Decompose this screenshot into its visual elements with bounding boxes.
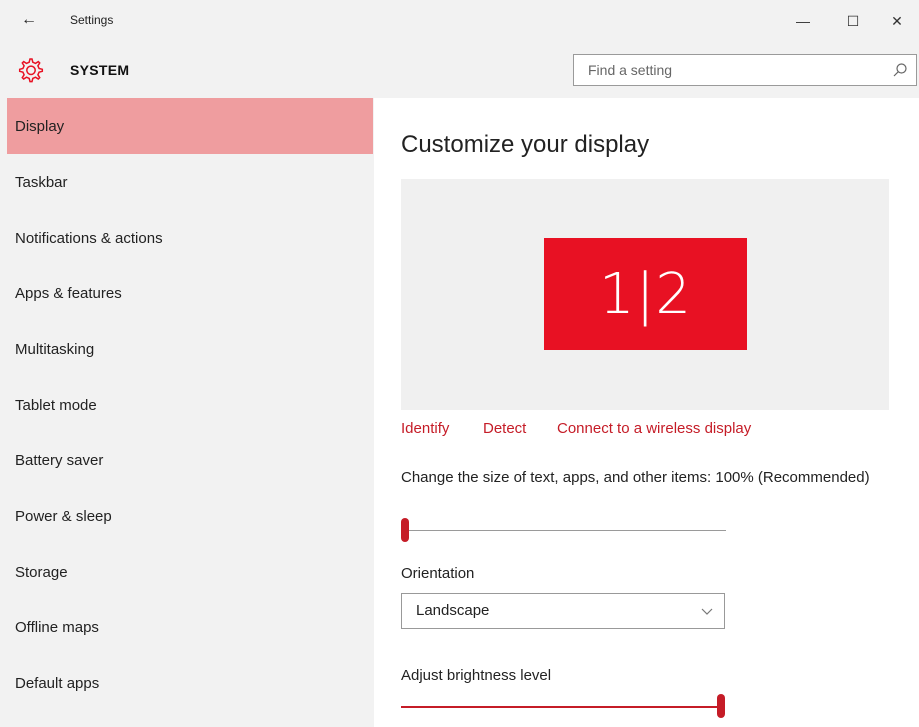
- sidebar-item-notifications[interactable]: Notifications & actions: [7, 210, 373, 266]
- sidebar-item-default-apps[interactable]: Default apps: [7, 655, 373, 711]
- sidebar-item-label: Storage: [15, 563, 68, 581]
- back-button[interactable]: ←: [14, 8, 44, 32]
- minimize-button[interactable]: —: [780, 6, 826, 36]
- detect-link[interactable]: Detect: [483, 420, 526, 437]
- search-input[interactable]: [574, 55, 874, 85]
- display-preview: 1|2: [401, 179, 889, 410]
- sidebar-item-label: Display: [15, 117, 65, 135]
- wireless-display-link[interactable]: Connect to a wireless display: [557, 420, 751, 437]
- sidebar-item-label: Default apps: [15, 674, 100, 692]
- sidebar-item-taskbar[interactable]: Taskbar: [7, 154, 373, 210]
- search-icon[interactable]: [892, 62, 908, 78]
- minimize-icon: —: [796, 13, 810, 29]
- sidebar-item-storage[interactable]: Storage: [7, 544, 373, 600]
- gear-icon: [18, 58, 44, 83]
- main-content: Customize your display 1|2 Identify Dete…: [374, 98, 919, 727]
- sidebar-item-multitasking[interactable]: Multitasking: [7, 321, 373, 377]
- sidebar-item-offline-maps[interactable]: Offline maps: [7, 599, 373, 655]
- title-bar: ← Settings — ☐ ✕: [0, 0, 919, 42]
- orientation-label: Orientation: [401, 565, 475, 582]
- close-button[interactable]: ✕: [874, 6, 919, 36]
- sidebar: Display Taskbar Notifications & actions …: [0, 98, 374, 727]
- scale-label: Change the size of text, apps, and other…: [401, 469, 870, 486]
- window-title: Settings: [70, 13, 114, 27]
- sidebar-item-label: Apps & features: [15, 284, 122, 302]
- sidebar-item-tablet-mode[interactable]: Tablet mode: [7, 377, 373, 433]
- sidebar-item-label: Battery saver: [15, 451, 104, 469]
- brightness-slider-track[interactable]: [401, 706, 721, 708]
- maximize-icon: ☐: [846, 12, 860, 29]
- sidebar-item-label: Taskbar: [15, 173, 68, 191]
- scale-slider-track[interactable]: [406, 530, 726, 531]
- back-arrow-icon: ←: [21, 11, 37, 28]
- orientation-dropdown[interactable]: Landscape: [401, 593, 725, 629]
- monitor-tile[interactable]: 1|2: [544, 238, 747, 350]
- brightness-label: Adjust brightness level: [401, 667, 552, 684]
- section-title: SYSTEM: [70, 62, 130, 78]
- sidebar-item-power-sleep[interactable]: Power & sleep: [7, 488, 373, 544]
- monitor-label: 1|2: [598, 261, 693, 327]
- sidebar-item-label: Power & sleep: [15, 507, 112, 525]
- sidebar-item-battery-saver[interactable]: Battery saver: [7, 432, 373, 488]
- orientation-value: Landscape: [416, 602, 490, 619]
- sidebar-item-apps-features[interactable]: Apps & features: [7, 265, 373, 321]
- sidebar-item-display[interactable]: Display: [7, 98, 373, 154]
- maximize-button[interactable]: ☐: [830, 6, 876, 36]
- brightness-slider-thumb[interactable]: [717, 694, 725, 718]
- sidebar-item-label: Tablet mode: [15, 396, 97, 414]
- chevron-down-icon: [701, 608, 713, 615]
- search-box[interactable]: [573, 54, 917, 86]
- page-title: Customize your display: [401, 131, 650, 158]
- sidebar-item-label: Notifications & actions: [15, 229, 163, 247]
- settings-header: SYSTEM: [0, 42, 919, 98]
- identify-link[interactable]: Identify: [401, 420, 449, 437]
- scale-slider-thumb[interactable]: [401, 518, 409, 542]
- close-icon: ✕: [891, 12, 903, 29]
- sidebar-item-label: Multitasking: [15, 340, 95, 358]
- sidebar-item-label: Offline maps: [15, 618, 99, 636]
